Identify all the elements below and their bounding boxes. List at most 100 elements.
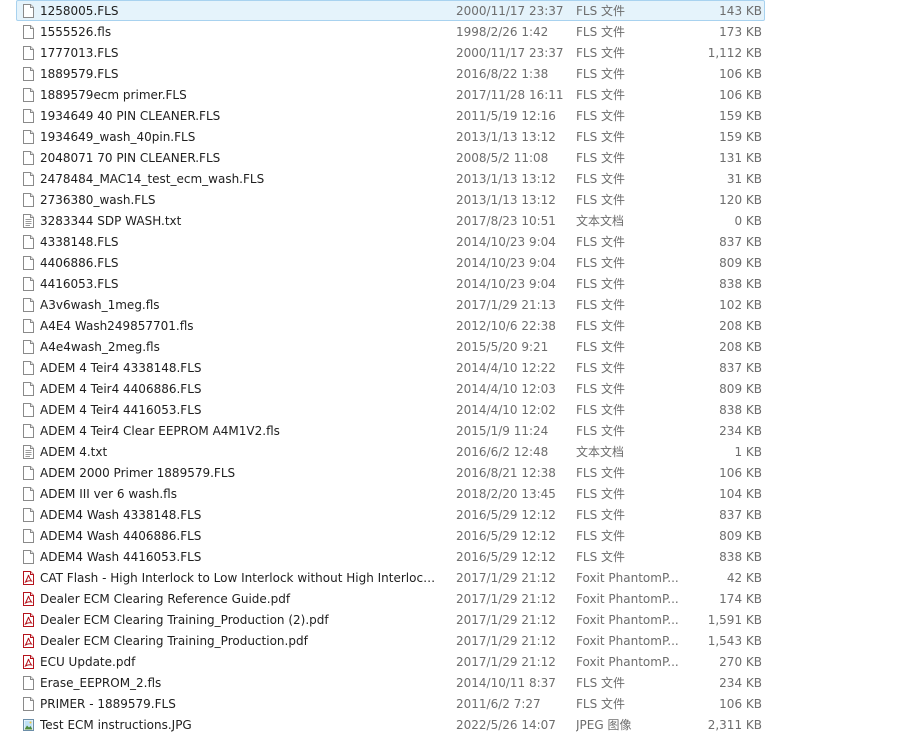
file-size: 809 KB [719,529,762,543]
file-row[interactable]: ECU Update.pdf 2017/1/29 21:12 Foxit Phant… [16,651,765,672]
file-row[interactable]: 1934649_wash_40pin.FLS 2013/1/13 13:12 FLS… [16,126,765,147]
pdf-file-icon [23,634,34,648]
file-row[interactable]: ADEM 4 Teir4 4406886.FLS 2014/4/10 12:03 F… [16,378,765,399]
generic-file-icon [23,424,34,438]
generic-file-icon [23,529,34,543]
file-row[interactable]: 4416053.FLS 2014/10/23 9:04 FLS 文件 838 KB [16,273,765,294]
file-row[interactable]: ADEM 4 Teir4 4416053.FLS 2014/4/10 12:02 F… [16,399,765,420]
file-row[interactable]: ADEM 4.txt 2016/6/2 12:48 文本文档 1 KB [16,441,765,462]
file-name: 1555526.fls [40,25,112,39]
file-row[interactable]: 1889579ecm primer.FLS 2017/11/28 16:11 FLS… [16,84,765,105]
file-row[interactable]: ADEM 4 Teir4 4338148.FLS 2014/4/10 12:22 F… [16,357,765,378]
file-type: FLS 文件 [576,550,626,564]
file-name: ADEM 4 Teir4 4416053.FLS [40,403,202,417]
file-type: FLS 文件 [576,88,626,102]
pdf-file-icon [23,655,34,669]
file-type: Foxit PhantomP... [576,592,679,606]
file-size: 838 KB [719,277,762,291]
file-type: FLS 文件 [576,340,626,354]
file-size: 837 KB [719,361,762,375]
file-size: 106 KB [719,88,762,102]
file-type: FLS 文件 [576,130,626,144]
file-name: 2478484_MAC14_test_ecm_wash.FLS [40,172,265,186]
file-modified-date: 2017/8/23 10:51 [456,214,556,228]
file-row[interactable]: Dealer ECM Clearing Reference Guide.pdf 2… [16,588,765,609]
file-size: 159 KB [719,109,762,123]
file-row[interactable]: PRIMER - 1889579.FLS 2011/6/2 7:27 FLS 文件 1… [16,693,765,714]
file-type: Foxit PhantomP... [576,571,679,585]
file-row[interactable]: ADEM III ver 6 wash.fls 2018/2/20 13:45 FL… [16,483,765,504]
generic-file-icon [23,151,34,165]
file-row[interactable]: Test ECM instructions.JPG 2022/5/26 14:07… [16,714,765,735]
file-modified-date: 2016/8/21 12:38 [456,466,556,480]
file-name: 4416053.FLS [40,277,119,291]
file-row[interactable]: ADEM 4 Teir4 Clear EEPROM A4M1V2.fls 2015… [16,420,765,441]
file-name: Dealer ECM Clearing Reference Guide.pdf [40,592,291,606]
generic-file-icon [23,508,34,522]
file-size: 174 KB [719,592,762,606]
file-type: FLS 文件 [576,256,626,270]
file-row[interactable]: 1258005.FLS 2000/11/17 23:37 FLS 文件 143 KB [16,0,765,21]
file-modified-date: 2014/10/23 9:04 [456,277,556,291]
file-size: 838 KB [719,403,762,417]
file-name: A4e4wash_2meg.fls [40,340,160,354]
file-row[interactable]: A4E4 Wash249857701.fls 2012/10/6 22:38 FLS… [16,315,765,336]
file-modified-date: 2014/4/10 12:22 [456,361,556,375]
generic-file-icon [23,340,34,354]
file-modified-date: 2013/1/13 13:12 [456,172,556,186]
file-row[interactable]: Erase_EEPROM_2.fls 2014/10/11 8:37 FLS 文件 2… [16,672,765,693]
file-name: ADEM4 Wash 4338148.FLS [40,508,202,522]
file-name: 1934649 40 PIN CLEANER.FLS [40,109,221,123]
file-row[interactable]: ADEM4 Wash 4338148.FLS 2016/5/29 12:12 FLS… [16,504,765,525]
file-type: FLS 文件 [576,25,626,39]
file-type: FLS 文件 [576,508,626,522]
file-modified-date: 2011/6/2 7:27 [456,697,541,711]
file-name: 3283344 SDP WASH.txt [40,214,182,228]
file-row[interactable]: 2048071 70 PIN CLEANER.FLS 2008/5/2 11:08… [16,147,765,168]
file-size: 809 KB [719,382,762,396]
file-row[interactable]: A4e4wash_2meg.fls 2015/5/20 9:21 FLS 文件 208… [16,336,765,357]
file-name: A4E4 Wash249857701.fls [40,319,194,333]
file-row[interactable]: 2478484_MAC14_test_ecm_wash.FLS 2013/1/13… [16,168,765,189]
file-row[interactable]: 1777013.FLS 2000/11/17 23:37 FLS 文件 1,112 K… [16,42,765,63]
file-row[interactable]: CAT Flash - High Interlock to Low Interl… [16,567,765,588]
file-name: ADEM 4.txt [40,445,108,459]
file-row[interactable]: 4338148.FLS 2014/10/23 9:04 FLS 文件 837 KB [16,231,765,252]
file-row[interactable]: 1934649 40 PIN CLEANER.FLS 2011/5/19 12:1… [16,105,765,126]
file-name: ADEM 2000 Primer 1889579.FLS [40,466,236,480]
file-row[interactable]: Dealer ECM Clearing Training_Production.… [16,630,765,651]
file-name: ADEM 4 Teir4 4338148.FLS [40,361,202,375]
file-row[interactable]: 1555526.fls 1998/2/26 1:42 FLS 文件 173 KB [16,21,765,42]
file-row[interactable]: 4406886.FLS 2014/10/23 9:04 FLS 文件 809 KB [16,252,765,273]
file-modified-date: 2017/1/29 21:13 [456,298,556,312]
file-row[interactable]: Dealer ECM Clearing Training_Production … [16,609,765,630]
generic-file-icon [23,235,34,249]
file-modified-date: 2014/10/23 9:04 [456,235,556,249]
file-modified-date: 2017/1/29 21:12 [456,655,556,669]
file-name: 4338148.FLS [40,235,119,249]
file-name: CAT Flash - High Interlock to Low Interl… [40,571,442,585]
file-modified-date: 1998/2/26 1:42 [456,25,549,39]
file-type: FLS 文件 [576,697,626,711]
generic-file-icon [23,193,34,207]
file-size: 809 KB [719,256,762,270]
file-row[interactable]: ADEM4 Wash 4416053.FLS 2016/5/29 12:12 FLS… [16,546,765,567]
file-name: ADEM4 Wash 4416053.FLS [40,550,202,564]
file-row[interactable]: A3v6wash_1meg.fls 2017/1/29 21:13 FLS 文件 10… [16,294,765,315]
file-type: FLS 文件 [576,529,626,543]
generic-file-icon [23,109,34,123]
generic-file-icon [23,676,34,690]
image-file-icon [23,718,34,732]
file-row[interactable]: 1889579.FLS 2016/8/22 1:38 FLS 文件 106 KB [16,63,765,84]
file-row[interactable]: ADEM 2000 Primer 1889579.FLS 2016/8/21 12… [16,462,765,483]
file-type: FLS 文件 [576,382,626,396]
file-row[interactable]: ADEM4 Wash 4406886.FLS 2016/5/29 12:12 FLS… [16,525,765,546]
generic-file-icon [23,67,34,81]
generic-file-icon [23,466,34,480]
file-size: 1,112 KB [707,46,762,60]
file-row[interactable]: 3283344 SDP WASH.txt 2017/8/23 10:51 文本文档 0… [16,210,765,231]
file-name: 2736380_wash.FLS [40,193,156,207]
file-row[interactable]: 2736380_wash.FLS 2013/1/13 13:12 FLS 文件 120… [16,189,765,210]
file-size: 106 KB [719,466,762,480]
generic-file-icon [23,46,34,60]
